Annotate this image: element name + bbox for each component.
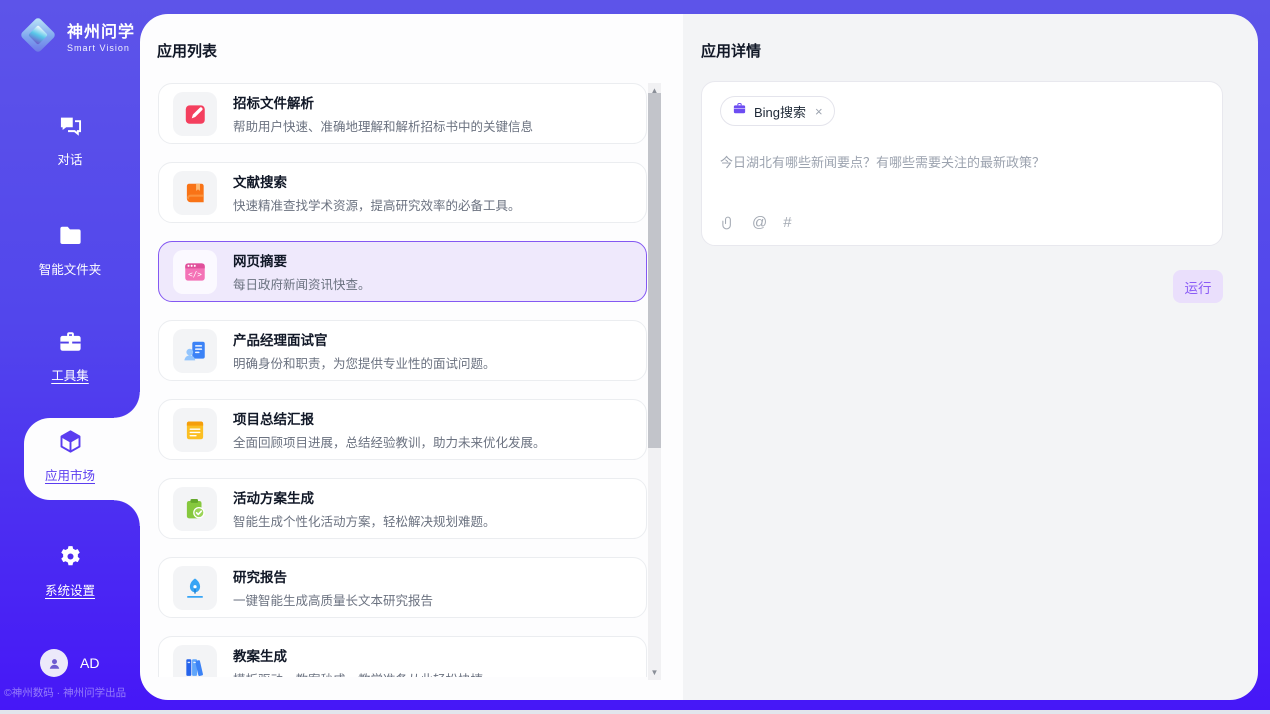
app-card-description: 帮助用户快速、准确地理解和解析招标书中的关键信息 [233,116,533,135]
app-card-description: 智能生成个性化活动方案，轻松解决规划难题。 [233,511,496,530]
app-card-description: 明确身份和职责，为您提供专业性的面试问题。 [233,353,496,372]
prompt-input[interactable]: 今日湖北有哪些新闻要点？有哪些需要关注的最新政策？ [720,152,1204,171]
app-card-title: 网页摘要 [233,250,371,270]
sidebar-item-label: 系统设置 [0,580,140,599]
paperclip-icon[interactable] [720,215,736,231]
pen-ink-icon [173,566,217,610]
tool-tag-label: Bing搜索 [754,102,806,121]
app-list-panel: 应用列表 招标文件解析 帮助用户快速、准确地理解和解析招标书中的关键信息 文献搜… [140,14,683,700]
scrollbar-thumb[interactable] [648,93,661,448]
app-card[interactable]: </> 网页摘要 每日政府新闻资讯快查。 [158,241,647,302]
svg-text:</>: </> [188,270,202,279]
app-card[interactable]: 教案生成 模板驱动，教案秒成，教学准备从此轻松快捷 [158,636,647,677]
app-card-description: 全面回顾项目进展，总结经验教训，助力未来优化发展。 [233,432,546,451]
sidebar-item-app-market[interactable]: 应用市场 [0,428,140,484]
tool-tag-bing-search[interactable]: Bing搜索 × [720,96,835,126]
app-card-title: 文献搜索 [233,171,521,191]
at-icon[interactable]: @ [752,214,767,231]
chat-icon [57,112,84,139]
sidebar-item-label: 对话 [0,149,140,168]
cube-icon [57,428,84,455]
app-card-title: 产品经理面试官 [233,329,496,349]
diamond-logo-icon [18,15,58,55]
user-initials: AD [80,655,99,671]
scrollbar-down-icon[interactable]: ▼ [648,666,661,679]
clipboard-check-icon [173,487,217,531]
app-card[interactable]: 研究报告 一键智能生成高质量长文本研究报告 [158,557,647,618]
app-card-description: 模板驱动，教案秒成，教学准备从此轻松快捷 [233,669,483,677]
app-card-description: 一键智能生成高质量长文本研究报告 [233,590,433,609]
sidebar-item-settings[interactable]: 系统设置 [0,543,140,599]
books-icon [173,645,217,678]
app-card-title: 教案生成 [233,645,483,665]
desktop-edge [0,710,1270,714]
user-account[interactable]: AD [40,649,99,677]
sidebar: 神州问学 Smart Vision 对话 智能文件夹 工具集 [0,0,140,710]
app-card-description: 每日政府新闻资讯快查。 [233,274,371,293]
app-frame: 神州问学 Smart Vision 对话 智能文件夹 工具集 [0,0,1270,710]
hash-icon[interactable]: # [783,214,791,231]
app-detail-panel: 应用详情 Bing搜索 × 今日湖北有哪些新闻要点？有哪些需要关注的最新政策？ … [683,14,1258,700]
app-card[interactable]: 项目总结汇报 全面回顾项目进展，总结经验教训，助力未来优化发展。 [158,399,647,460]
attachment-toolbar: @ # [720,214,792,231]
app-card[interactable]: 招标文件解析 帮助用户快速、准确地理解和解析招标书中的关键信息 [158,83,647,144]
app-card[interactable]: 文献搜索 快速精准查找学术资源，提高研究效率的必备工具。 [158,162,647,223]
browser-code-icon: </> [173,250,217,294]
app-card-title: 研究报告 [233,566,433,586]
app-card[interactable]: 产品经理面试官 明确身份和职责，为您提供专业性的面试问题。 [158,320,647,381]
prompt-card: Bing搜索 × 今日湖北有哪些新闻要点？有哪些需要关注的最新政策？ @ # [701,81,1223,246]
sidebar-item-toolset[interactable]: 工具集 [0,328,140,384]
interviewer-icon [173,329,217,373]
app-list: 招标文件解析 帮助用户快速、准确地理解和解析招标书中的关键信息 文献搜索 快速精… [158,83,648,677]
sidebar-item-smart-folders[interactable]: 智能文件夹 [0,222,140,278]
folder-icon [57,222,84,249]
gear-icon [57,543,84,570]
sidebar-item-chat[interactable]: 对话 [0,112,140,168]
brand-name: 神州问学 [67,18,135,42]
sidebar-item-label: 应用市场 [0,465,140,484]
briefcase-icon [732,101,747,121]
run-button[interactable]: 运行 [1173,270,1223,303]
content-area: 应用列表 招标文件解析 帮助用户快速、准确地理解和解析招标书中的关键信息 文献搜… [140,14,1258,700]
app-card-title: 招标文件解析 [233,92,533,112]
close-icon[interactable]: × [815,105,823,118]
app-list-scrollbar[interactable]: ▲ ▼ [648,83,661,680]
app-card[interactable]: 活动方案生成 智能生成个性化活动方案，轻松解决规划难题。 [158,478,647,539]
copyright-text: ©神州数码 · 神州问学出品 [4,685,126,700]
app-card-title: 项目总结汇报 [233,408,546,428]
edit-document-icon [173,92,217,136]
notepad-icon [173,408,217,452]
brand-tagline: Smart Vision [67,43,135,53]
app-list-title: 应用列表 [157,40,217,61]
sidebar-item-label: 智能文件夹 [0,259,140,278]
user-avatar [40,649,68,677]
toolbox-icon [57,328,84,355]
app-card-description: 快速精准查找学术资源，提高研究效率的必备工具。 [233,195,521,214]
sidebar-item-label: 工具集 [0,365,140,384]
brand-logo: 神州问学 Smart Vision [18,15,135,55]
book-icon [173,171,217,215]
app-detail-title: 应用详情 [701,40,761,61]
app-card-title: 活动方案生成 [233,487,496,507]
